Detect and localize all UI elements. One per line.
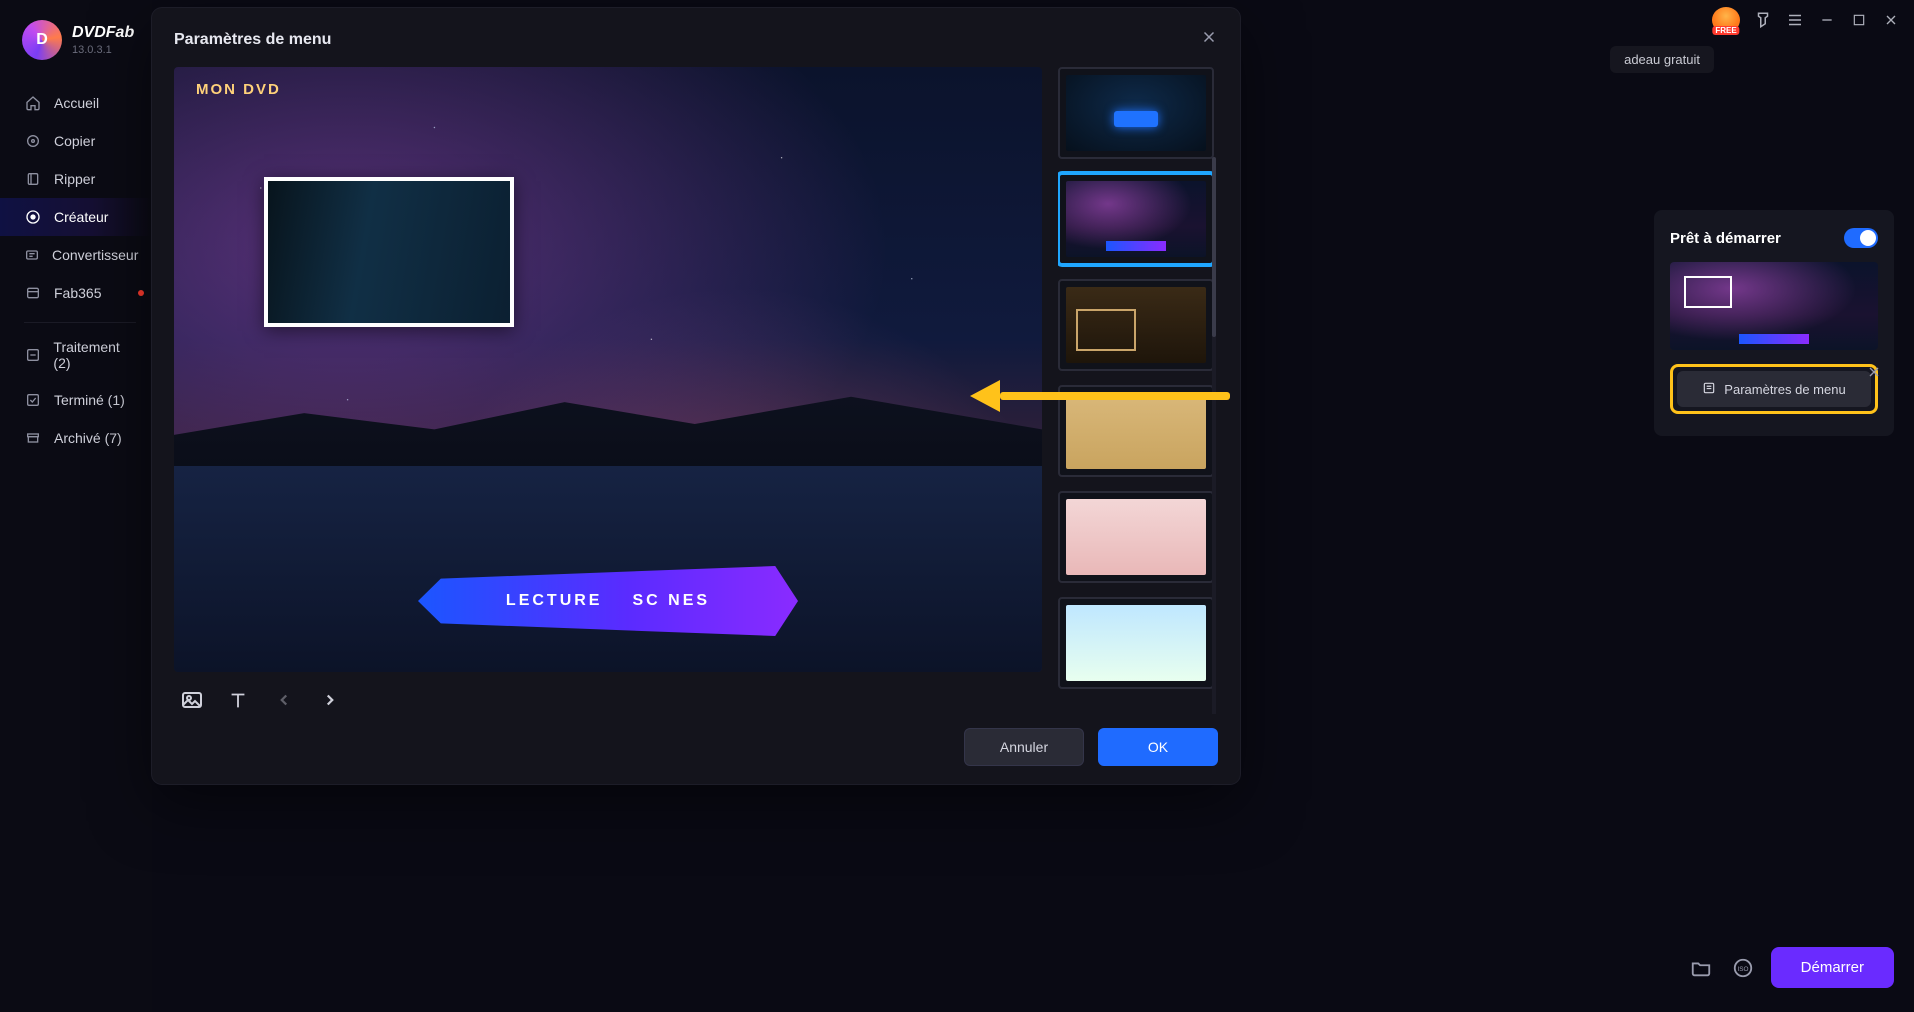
template-item[interactable] <box>1058 279 1214 371</box>
folder-output-icon[interactable] <box>1687 954 1715 982</box>
image-tool-icon[interactable] <box>178 686 206 714</box>
notification-dot-icon <box>138 290 144 296</box>
dvd-title-text[interactable]: MON DVD <box>196 81 281 98</box>
sidebar-item-label: Convertisseur <box>52 247 138 263</box>
app-name: DVDFab <box>72 24 134 42</box>
lake-bg <box>174 466 1042 672</box>
text-tool-icon[interactable] <box>224 686 252 714</box>
titlebar <box>1698 0 1914 40</box>
app-version: 13.0.3.1 <box>72 44 134 56</box>
svg-text:ISO: ISO <box>1737 965 1748 972</box>
ripper-icon <box>24 170 42 188</box>
archive-icon <box>24 429 42 447</box>
processing-icon <box>24 346 41 364</box>
sidebar-item-label: Archivé (7) <box>54 430 122 446</box>
free-badge-icon[interactable] <box>1712 7 1740 33</box>
ready-toggle[interactable] <box>1844 228 1878 248</box>
sidebar-item-label: Accueil <box>54 95 99 111</box>
close-window-icon[interactable] <box>1882 11 1900 29</box>
sidebar-item-ripper[interactable]: Ripper <box>0 160 152 198</box>
ok-button[interactable]: OK <box>1098 728 1218 766</box>
template-item[interactable] <box>1058 597 1214 689</box>
bottom-controls: ISO Démarrer <box>1687 947 1894 988</box>
menu-button-play[interactable]: LECTURE <box>506 592 603 610</box>
minimize-icon[interactable] <box>1818 11 1836 29</box>
sidebar-item-done[interactable]: Terminé (1) <box>0 381 152 419</box>
sidebar-item-converter[interactable]: Convertisseur <box>0 236 152 274</box>
preview-column: MON DVD LECTURE SC NES <box>174 67 1042 714</box>
sidebar-item-creator[interactable]: Créateur <box>0 198 152 236</box>
menu-settings-label: Paramètres de menu <box>1724 382 1845 397</box>
sidebar-item-archived[interactable]: Archivé (7) <box>0 419 152 457</box>
maximize-icon[interactable] <box>1850 11 1868 29</box>
menu-settings-button[interactable]: Paramètres de menu <box>1677 371 1871 407</box>
preview-toolbar <box>174 672 1042 714</box>
modal-title: Paramètres de menu <box>174 31 331 49</box>
ready-title: Prêt à démarrer <box>1670 230 1781 247</box>
settings-small-icon <box>1702 381 1716 398</box>
template-item[interactable] <box>1058 491 1214 583</box>
sidebar-item-label: Copier <box>54 133 95 149</box>
highlighted-button-frame: Paramètres de menu <box>1670 364 1878 414</box>
menu-icon[interactable] <box>1786 11 1804 29</box>
templates-scrollbar[interactable] <box>1212 157 1216 714</box>
cancel-button[interactable]: Annuler <box>964 728 1084 766</box>
creator-icon <box>24 208 42 226</box>
sidebar: D DVDFab 13.0.3.1 Accueil Copier Ripper … <box>0 0 152 1012</box>
remove-item-icon[interactable] <box>1866 364 1882 385</box>
done-icon <box>24 391 42 409</box>
ready-thumbnail[interactable] <box>1670 262 1878 350</box>
prev-page-icon[interactable] <box>270 686 298 714</box>
nav-primary: Accueil Copier Ripper Créateur Convertis… <box>0 84 152 457</box>
sidebar-item-processing[interactable]: Traitement (2) <box>0 329 152 381</box>
sidebar-item-copy[interactable]: Copier <box>0 122 152 160</box>
modal-footer: Annuler OK <box>174 714 1218 766</box>
template-item[interactable] <box>1058 67 1214 159</box>
ready-panel: Prêt à démarrer Paramètres de menu <box>1654 210 1894 436</box>
start-button[interactable]: Démarrer <box>1771 947 1894 988</box>
gift-label[interactable]: adeau gratuit <box>1610 46 1714 73</box>
sidebar-item-label: Traitement (2) <box>53 339 138 371</box>
sidebar-item-label: Ripper <box>54 171 95 187</box>
app-logo-icon: D <box>22 20 62 60</box>
sidebar-item-label: Créateur <box>54 209 108 225</box>
brand: D DVDFab 13.0.3.1 <box>0 14 152 74</box>
annotation-arrow-icon <box>970 380 1230 410</box>
iso-output-icon[interactable]: ISO <box>1729 954 1757 982</box>
menu-button-scenes[interactable]: SC NES <box>632 592 710 610</box>
sidebar-item-label: Fab365 <box>54 285 101 301</box>
converter-icon <box>24 246 40 264</box>
video-thumbnail-frame[interactable] <box>264 177 514 327</box>
addon-icon[interactable] <box>1754 11 1772 29</box>
template-item[interactable] <box>1058 173 1214 265</box>
menu-preview[interactable]: MON DVD LECTURE SC NES <box>174 67 1042 672</box>
sidebar-item-label: Terminé (1) <box>54 392 125 408</box>
close-icon[interactable] <box>1200 28 1218 51</box>
sidebar-separator <box>24 322 136 323</box>
home-icon <box>24 94 42 112</box>
sidebar-item-home[interactable]: Accueil <box>0 84 152 122</box>
copy-icon <box>24 132 42 150</box>
next-page-icon[interactable] <box>316 686 344 714</box>
sidebar-item-fab365[interactable]: Fab365 <box>0 274 152 312</box>
fab365-icon <box>24 284 42 302</box>
